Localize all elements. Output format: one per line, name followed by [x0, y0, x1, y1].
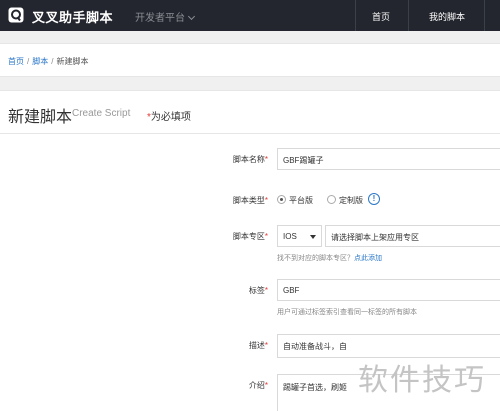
nav-home[interactable]: 首页 — [372, 10, 390, 23]
breadcrumb-bar: 首页 / 脚本 / 新建脚本 — [0, 43, 500, 77]
watermark-text: 软件技巧 — [358, 364, 486, 397]
zone-select-placeholder: 请选择脚本上架应用专区 — [331, 233, 419, 242]
platform-label: 开发者平台 — [135, 13, 185, 24]
zone-hint: 找不到对应的脚本专区？点此添加 — [277, 253, 382, 263]
required-star: * — [264, 232, 268, 241]
script-name-label: 脚本名称* — [233, 154, 268, 165]
breadcrumb: 首页 / 脚本 / 新建脚本 — [8, 56, 88, 67]
required-star: * — [264, 286, 268, 295]
script-zone-label-text: 脚本专区 — [232, 232, 265, 241]
radio-custom[interactable] — [327, 195, 336, 204]
add-zone-link[interactable]: 点此添加 — [354, 255, 382, 262]
platform-dropdown[interactable]: 开发者平台 — [135, 9, 196, 24]
page-title: 新建脚本 — [8, 109, 73, 126]
script-type-label-text: 脚本类型 — [232, 196, 265, 205]
nav-my-scripts[interactable]: 我的脚本 — [429, 10, 465, 23]
zone-hint-text: 找不到对应的脚本专区？ — [277, 255, 354, 262]
required-star: * — [264, 381, 268, 390]
top-navbar: 叉叉助手脚本 开发者平台 首页 我的脚本 — [0, 0, 500, 31]
script-zone-label: 脚本专区* — [233, 231, 268, 242]
script-name-label-text: 脚本名称 — [232, 155, 265, 164]
required-star: * — [264, 341, 268, 350]
breadcrumb-current: 新建脚本 — [56, 57, 89, 66]
description-label-text: 描述 — [248, 341, 265, 350]
title-divider — [0, 133, 500, 134]
script-name-input[interactable]: GBF踢罐子 — [277, 148, 500, 170]
required-star: * — [264, 196, 268, 205]
brand-title[interactable]: 叉叉助手脚本 — [32, 7, 113, 26]
nav-divider — [408, 0, 409, 31]
radio-custom-label[interactable]: 定制版 — [339, 195, 363, 206]
tags-label: 标签* — [249, 285, 268, 296]
breadcrumb-scripts-link[interactable]: 脚本 — [32, 57, 48, 66]
introduction-label: 介绍* — [249, 380, 268, 391]
chevron-down-icon — [187, 12, 196, 21]
page-subtitle: Create Script — [72, 108, 131, 119]
os-select-value: IOS — [283, 232, 297, 241]
tags-hint: 用户可通过标签索引查看同一标签的所有脚本 — [277, 309, 417, 316]
required-star: * — [264, 155, 268, 164]
tags-label-text: 标签 — [248, 286, 265, 295]
script-type-label: 脚本类型* — [233, 195, 268, 206]
script-type-radio-group: 平台版 定制版 ! — [277, 193, 397, 207]
breadcrumb-separator: / — [27, 57, 30, 66]
required-note-text: 为必填项 — [150, 112, 191, 123]
introduction-label-text: 介绍 — [248, 381, 265, 390]
description-label: 描述* — [249, 340, 268, 351]
radio-platform-label[interactable]: 平台版 — [289, 195, 313, 206]
zone-select[interactable]: 请选择脚本上架应用专区 — [325, 225, 500, 247]
os-select[interactable]: IOS — [277, 225, 322, 247]
app-logo-icon[interactable] — [8, 7, 24, 23]
tags-input[interactable]: GBF — [277, 279, 500, 301]
breadcrumb-separator: / — [51, 57, 54, 66]
breadcrumb-home-link[interactable]: 首页 — [8, 57, 24, 66]
caret-down-icon — [310, 235, 316, 239]
radio-platform[interactable] — [277, 195, 286, 204]
info-icon[interactable]: ! — [368, 193, 380, 205]
required-note: *为必填项 — [147, 108, 191, 123]
nav-divider — [355, 0, 356, 31]
nav-divider — [484, 0, 485, 31]
